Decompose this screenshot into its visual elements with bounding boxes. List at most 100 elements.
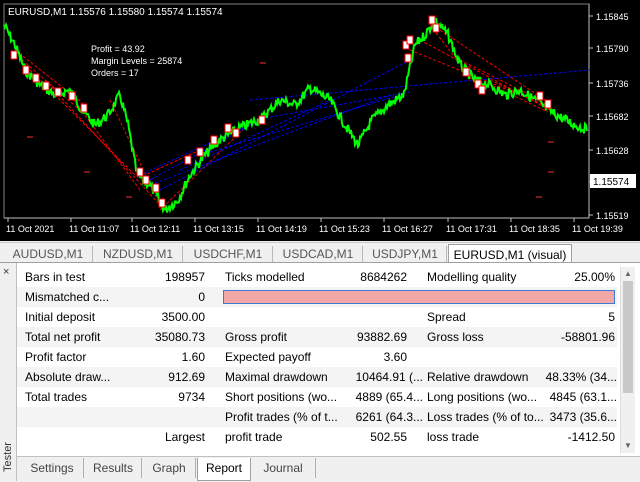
tab-journal[interactable]: Journal bbox=[251, 458, 316, 478]
price-chart[interactable]: 1.15845 1.15790 1.15736 1.15682 1.15628 1.155… bbox=[0, 0, 640, 241]
time-tick-label: 11 Oct 18:35 bbox=[509, 224, 560, 234]
tab-graph[interactable]: Graph bbox=[143, 458, 196, 478]
trade-marker bbox=[224, 123, 232, 133]
trade-marker bbox=[258, 115, 266, 125]
price-tick-label: 1.15736 bbox=[596, 79, 629, 89]
largest-label: Largest bbox=[164, 430, 205, 444]
tab-usdcad[interactable]: USDCAD,M1 bbox=[274, 246, 363, 263]
tab-nzdusd[interactable]: NZDUSD,M1 bbox=[94, 246, 183, 263]
loss-trades-value: 3473 (35.6... bbox=[549, 410, 617, 424]
quality-label: Modelling quality bbox=[427, 270, 517, 284]
price-tick-label: 1.15790 bbox=[596, 44, 629, 54]
symbol-tab-bar: AUDUSD,M1 NZDUSD,M1 USDCHF,M1 USDCAD,M1 … bbox=[0, 242, 640, 265]
total-trades-label: Total trades bbox=[25, 390, 88, 404]
table-row: Bars in test 198957 Ticks modelled 86842… bbox=[17, 267, 617, 287]
info-profit: Profit = 43.92 bbox=[91, 44, 145, 54]
gross-profit-label: Gross profit bbox=[225, 330, 288, 344]
scrollbar-thumb[interactable] bbox=[623, 281, 633, 393]
absolute-drawdown-value: 912.69 bbox=[168, 370, 205, 384]
largest-loss-value: -1412.50 bbox=[567, 430, 615, 444]
time-tick-label: 11 Oct 2021 bbox=[6, 224, 54, 234]
loss-trades-label: Loss trades (% of to... bbox=[427, 410, 544, 424]
trade-marker bbox=[462, 67, 470, 77]
trade-marker bbox=[210, 135, 218, 145]
table-row: Largest profit trade 502.55 loss trade -… bbox=[17, 427, 617, 447]
table-row: Total trades 9734 Short positions (wo...… bbox=[17, 387, 617, 407]
total-trades-value: 9734 bbox=[178, 390, 205, 404]
trade-marker bbox=[428, 15, 436, 25]
sell-trade-line bbox=[159, 117, 256, 211]
ticks-label: Ticks modelled bbox=[225, 270, 305, 284]
tester-tab-bar: Settings Results Graph Report Journal bbox=[17, 456, 640, 482]
bars-value: 198957 bbox=[164, 270, 205, 284]
price-tick-label: 1.15628 bbox=[596, 146, 629, 156]
profit-factor-value: 1.60 bbox=[181, 350, 205, 364]
buy-trade-line bbox=[149, 119, 261, 181]
largest-loss-label: loss trade bbox=[427, 430, 480, 444]
close-icon[interactable]: × bbox=[3, 266, 9, 278]
time-tick-label: 11 Oct 11:07 bbox=[69, 224, 119, 234]
largest-profit-label: profit trade bbox=[225, 430, 283, 444]
net-profit-value: 35080.73 bbox=[154, 330, 205, 344]
buy-trade-line bbox=[159, 59, 411, 191]
time-tick-label: 11 Oct 17:31 bbox=[446, 224, 497, 234]
trade-marker bbox=[22, 65, 30, 75]
trade-marker bbox=[232, 128, 240, 138]
long-positions-value: 4845 (63.1... bbox=[549, 390, 617, 404]
time-tick-label: 11 Oct 19:39 bbox=[572, 224, 623, 234]
tab-results[interactable]: Results bbox=[85, 458, 142, 478]
tester-panel: × Tester Bars in test 198957 Ticks model… bbox=[0, 262, 640, 482]
time-tick-label: 11 Oct 16:27 bbox=[382, 224, 433, 234]
gross-profit-value: 93882.69 bbox=[356, 330, 407, 344]
trade-marker bbox=[32, 73, 40, 83]
trade-marker bbox=[406, 35, 414, 45]
trade-marker bbox=[432, 23, 440, 33]
trade-marker bbox=[536, 91, 544, 101]
maximal-drawdown-value: 10464.91 (... bbox=[355, 370, 423, 384]
long-positions-label: Long positions (wo... bbox=[427, 390, 538, 404]
report-scrollbar[interactable]: ▲ ▼ bbox=[620, 267, 635, 453]
relative-drawdown-value: 48.33% (34... bbox=[545, 370, 617, 384]
time-tick-label: 11 Oct 14:19 bbox=[256, 224, 307, 234]
ticks-value: 8684262 bbox=[360, 270, 407, 284]
tab-usdchf[interactable]: USDCHF,M1 bbox=[184, 246, 273, 263]
scroll-up-icon[interactable]: ▲ bbox=[624, 269, 632, 278]
trade-marker bbox=[80, 103, 88, 113]
mismatched-value: 0 bbox=[198, 290, 205, 304]
trade-marker bbox=[152, 183, 160, 193]
scroll-down-icon[interactable]: ▼ bbox=[624, 441, 632, 450]
short-positions-label: Short positions (wo... bbox=[225, 390, 338, 404]
info-orders: Orders = 17 bbox=[91, 68, 139, 78]
price-tick-label: 1.15845 bbox=[596, 12, 629, 22]
expected-payoff-label: Expected payoff bbox=[225, 350, 311, 364]
chart-frame bbox=[3, 3, 590, 219]
table-row: Total net profit 35080.73 Gross profit 9… bbox=[17, 327, 617, 347]
price-tick-label: 1.15682 bbox=[596, 112, 629, 122]
tab-usdjpy[interactable]: USDJPY,M1 bbox=[364, 246, 447, 263]
table-row: Absolute draw... 912.69 Maximal drawdown… bbox=[17, 367, 617, 387]
relative-drawdown-label: Relative drawdown bbox=[427, 370, 529, 384]
current-price-label: 1.15574 bbox=[593, 177, 630, 188]
table-row: Profit trades (% of t... 6261 (64.3... L… bbox=[17, 407, 617, 427]
profit-trades-value: 6261 (64.3... bbox=[355, 410, 423, 424]
profit-factor-label: Profit factor bbox=[25, 350, 87, 364]
trade-marker bbox=[136, 167, 144, 177]
trade-marker bbox=[68, 91, 76, 101]
time-tick-label: 11 Oct 13:15 bbox=[193, 224, 244, 234]
spread-value: 5 bbox=[608, 310, 615, 324]
profit-trades-label: Profit trades (% of t... bbox=[225, 410, 338, 424]
chart-canvas[interactable]: 1.15845 1.15790 1.15736 1.15682 1.15628 1.155… bbox=[0, 0, 640, 241]
tab-settings[interactable]: Settings bbox=[21, 458, 84, 478]
report-table: Bars in test 198957 Ticks modelled 86842… bbox=[17, 267, 617, 453]
spread-label: Spread bbox=[427, 310, 466, 324]
trade-marker bbox=[196, 147, 204, 157]
time-tick-label: 11 Oct 15:23 bbox=[319, 224, 370, 234]
tab-report[interactable]: Report bbox=[197, 458, 251, 481]
time-scale: 11 Oct 2021 11 Oct 11:07 11 Oct 12:11 11 Oc… bbox=[6, 218, 623, 234]
trade-marker bbox=[544, 99, 552, 109]
trade-marker bbox=[10, 50, 18, 60]
tab-audusd[interactable]: AUDUSD,M1 bbox=[4, 246, 93, 263]
quality-value: 25.00% bbox=[574, 270, 615, 284]
tester-label: Tester bbox=[2, 442, 14, 472]
mismatched-label: Mismatched c... bbox=[25, 290, 110, 304]
